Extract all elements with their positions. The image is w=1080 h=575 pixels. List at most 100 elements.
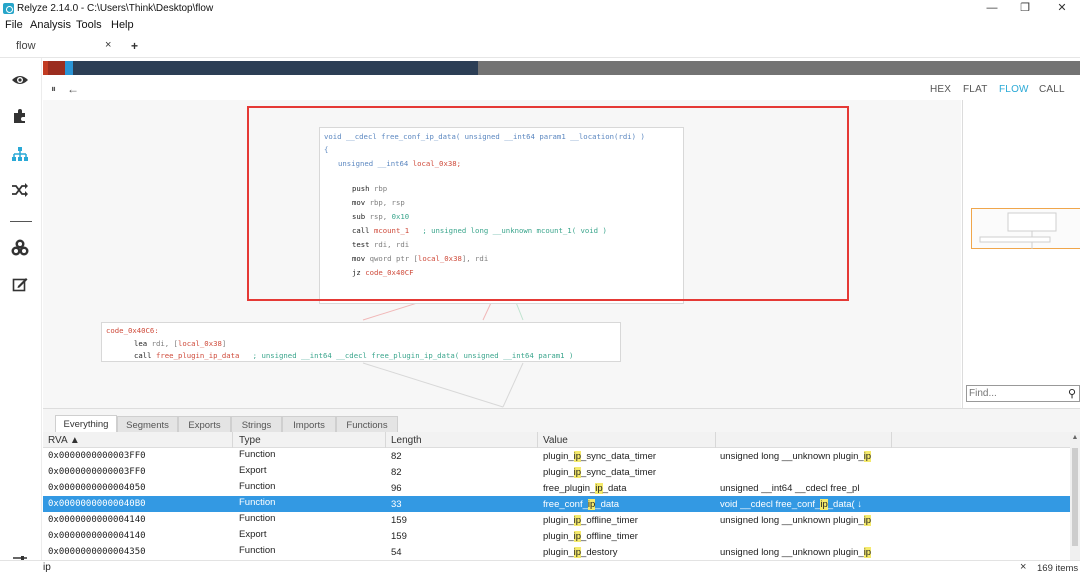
edit-note-icon[interactable] — [8, 274, 32, 294]
value-text: _data — [595, 499, 620, 510]
cell-length: 33 — [391, 499, 402, 510]
table-row[interactable]: 0x0000000000004140 Function 159 plugin_i… — [43, 512, 1070, 528]
maximize-button[interactable]: ❐ — [1018, 2, 1032, 14]
column-divider[interactable] — [537, 432, 538, 448]
cell-signature: unsigned long __unknown plugin_ip — [720, 451, 872, 462]
cell-value: plugin_ip_offline_timer — [543, 515, 638, 526]
column-divider[interactable] — [385, 432, 386, 448]
table-row[interactable]: 0x0000000000003FF0 Export 82 plugin_ip_s… — [43, 464, 1070, 480]
match-highlight: ip — [573, 467, 582, 478]
table-row[interactable]: 0x0000000000003FF0 Function 82 plugin_ip… — [43, 448, 1070, 464]
table-row[interactable]: 0x0000000000004050 Function 96 free_plug… — [43, 480, 1070, 496]
column-header-rva[interactable]: RVA ▲ — [48, 435, 80, 446]
table-row-selected[interactable]: 0x00000000000040B0 Function 33 free_conf… — [43, 496, 1070, 512]
cell-value: free_conf_ip_data — [543, 499, 619, 510]
document-tab-bar: flow × + — [0, 34, 1080, 58]
tab-segments[interactable]: Segments — [117, 416, 178, 433]
close-window-button[interactable]: ✕ — [1055, 2, 1069, 14]
flow-graph-icon[interactable] — [8, 144, 32, 164]
puzzle-icon[interactable] — [8, 106, 32, 126]
overview-segment-dark-red — [48, 61, 65, 75]
new-tab-button[interactable]: + — [131, 39, 138, 53]
minimap-graph — [979, 212, 1057, 249]
menu-bar: File Analysis Tools Help — [0, 17, 1080, 34]
cell-length: 159 — [391, 531, 407, 542]
shuffle-icon[interactable] — [8, 180, 32, 200]
memory-operand[interactable]: local_0x38 — [178, 339, 222, 348]
call-target[interactable]: free_plugin_ip_data — [156, 351, 239, 360]
cell-rva: 0x00000000000040B0 — [48, 499, 146, 509]
results-table[interactable]: 0x0000000000003FF0 Function 82 plugin_ip… — [43, 448, 1070, 560]
tab-imports[interactable]: Imports — [282, 416, 336, 433]
view-mode-hex[interactable]: HEX — [930, 84, 951, 95]
tab-exports[interactable]: Exports — [178, 416, 231, 433]
document-tab[interactable]: flow × — [9, 37, 121, 55]
overview-bar[interactable] — [43, 61, 1080, 75]
filter-text[interactable]: ip — [43, 562, 51, 573]
pause-icon[interactable]: ⏸ — [51, 84, 56, 95]
cell-length: 82 — [391, 467, 402, 478]
block-label: code_0x40C6: — [106, 326, 159, 335]
menu-tools[interactable]: Tools — [76, 19, 102, 31]
window-title: Relyze 2.14.0 - C:\Users\Think\Desktop\f… — [17, 3, 214, 14]
operand-prefix: rdi, [ — [151, 339, 178, 348]
column-header-length[interactable]: Length — [391, 435, 422, 446]
table-row[interactable]: 0x0000000000004350 Function 54 plugin_ip… — [43, 544, 1070, 560]
view-mode-flow[interactable]: FLOW — [999, 84, 1029, 95]
cell-signature: unsigned long __unknown plugin_ip — [720, 515, 872, 526]
scroll-thumb[interactable] — [1072, 448, 1078, 546]
item-count: 169 items — [1037, 563, 1079, 574]
cell-value: free_plugin_ip_data — [543, 483, 626, 494]
instr-lea[interactable]: lea rdi, [local_0x38] — [134, 339, 226, 348]
column-divider[interactable] — [891, 432, 892, 448]
cell-value: plugin_ip_sync_data_timer — [543, 451, 656, 462]
find-input[interactable] — [969, 387, 1057, 400]
minimap-viewport[interactable] — [971, 208, 1080, 249]
cell-signature: unsigned __int64 __cdecl free_pl — [720, 483, 860, 494]
value-text: _sync_data_timer — [581, 467, 657, 478]
relyze-logo-icon — [3, 3, 14, 14]
tab-strings[interactable]: Strings — [231, 416, 282, 433]
view-mode-flat[interactable]: FLAT — [963, 84, 988, 95]
toolbar-divider — [10, 221, 32, 222]
column-divider[interactable] — [715, 432, 716, 448]
match-highlight: ip — [820, 499, 828, 510]
column-header-value[interactable]: Value — [543, 435, 568, 446]
cell-type: Function — [239, 497, 276, 508]
code-block-0x40c6[interactable]: code_0x40C6: lea rdi, [local_0x38] call … — [101, 322, 621, 362]
value-text: _offline_timer — [581, 531, 638, 542]
eye-icon[interactable] — [8, 70, 32, 90]
cell-value: plugin_ip_destory — [543, 547, 617, 558]
column-header-type[interactable]: Type — [239, 435, 261, 446]
value-text: plugin_ — [543, 515, 574, 526]
cell-type: Function — [239, 513, 276, 524]
tab-functions[interactable]: Functions — [336, 416, 398, 433]
match-highlight: ip — [863, 515, 872, 526]
menu-analysis[interactable]: Analysis — [30, 19, 71, 31]
signature-text: void __cdecl free_conf_ — [720, 499, 821, 510]
match-highlight: ip — [863, 547, 872, 558]
close-tab-icon[interactable]: × — [105, 39, 111, 51]
tab-everything[interactable]: Everything — [55, 415, 117, 433]
menu-file[interactable]: File — [5, 19, 23, 31]
menu-help[interactable]: Help — [111, 19, 134, 31]
table-scrollbar[interactable]: ▲ — [1070, 432, 1080, 560]
view-mode-call[interactable]: CALL — [1039, 84, 1065, 95]
value-text: _offline_timer — [581, 515, 638, 526]
cubes-icon[interactable] — [8, 238, 32, 258]
scroll-up-arrow-icon[interactable]: ▲ — [1070, 434, 1080, 441]
minimap-panel[interactable]: ⚲ — [962, 100, 1080, 408]
search-icon[interactable]: ⚲ — [1068, 387, 1076, 400]
back-arrow-icon[interactable]: ← — [67, 82, 79, 96]
call-comment: ; unsigned __int64 __cdecl free_plugin_i… — [252, 351, 574, 360]
instr-call-free-plugin[interactable]: call free_plugin_ip_data ; unsigned __in… — [134, 351, 573, 360]
column-divider[interactable] — [232, 432, 233, 448]
annotation-highlight-box — [247, 106, 849, 301]
cell-rva: 0x0000000000003FF0 — [48, 467, 146, 477]
cell-length: 159 — [391, 515, 407, 526]
find-box[interactable]: ⚲ — [966, 385, 1080, 402]
minimize-button[interactable]: — — [985, 2, 999, 14]
clear-filter-icon[interactable]: × — [1020, 561, 1026, 573]
value-text: plugin_ — [543, 451, 574, 462]
table-row[interactable]: 0x0000000000004140 Export 159 plugin_ip_… — [43, 528, 1070, 544]
